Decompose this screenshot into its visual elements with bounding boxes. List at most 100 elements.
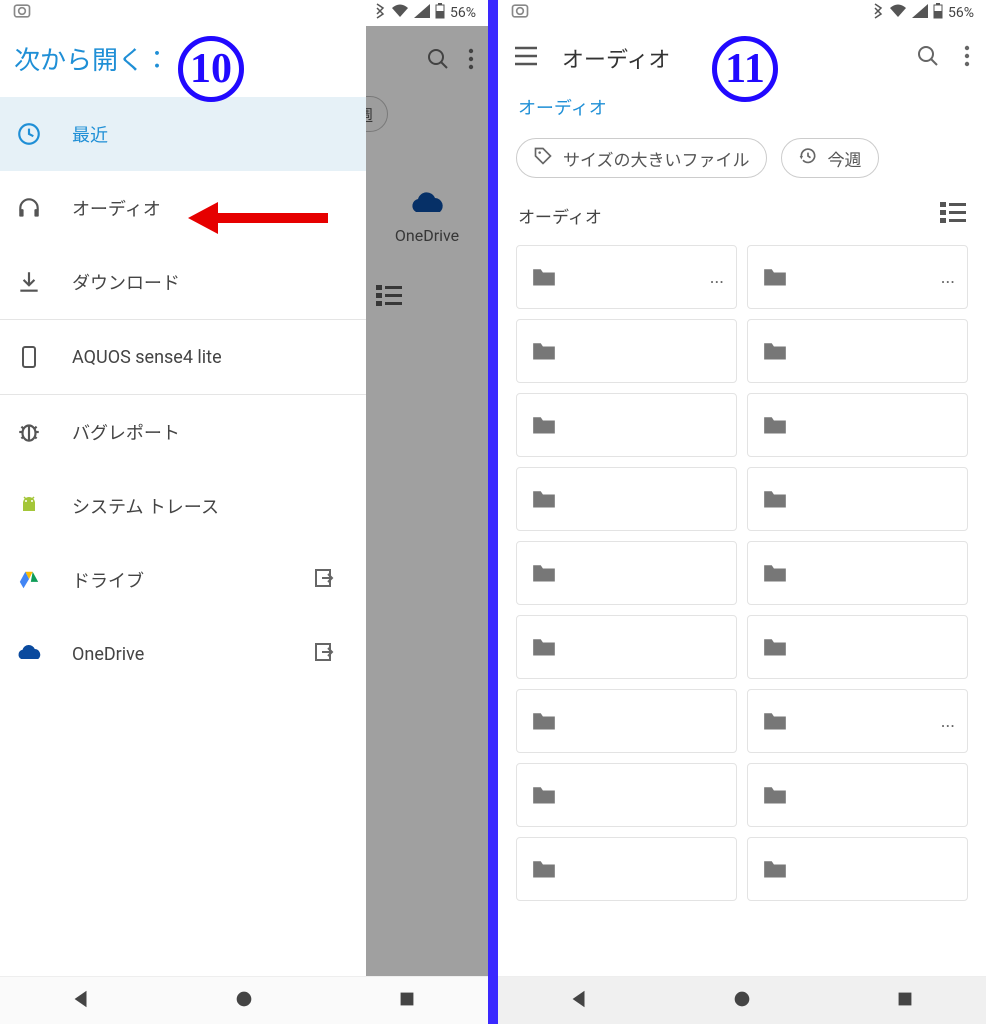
nav-home-button[interactable]	[233, 988, 255, 1014]
folder-cell[interactable]	[747, 763, 968, 827]
android-icon	[14, 491, 44, 521]
more-icon[interactable]: ...	[941, 267, 955, 288]
folder-icon	[531, 340, 557, 362]
folder-cell[interactable]: ...	[747, 245, 968, 309]
signal-icon	[414, 4, 430, 22]
tag-icon	[533, 146, 553, 171]
menu-icon[interactable]	[514, 46, 538, 70]
drawer-item-recent[interactable]: 最近	[0, 97, 366, 171]
drawer-item-systrace[interactable]: システム トレース	[0, 469, 366, 543]
folder-grid: .........	[516, 245, 968, 901]
battery-text: 56%	[450, 5, 476, 21]
nav-home-button[interactable]	[731, 988, 753, 1014]
folder-cell[interactable]: ...	[516, 245, 737, 309]
folder-icon	[762, 636, 788, 658]
folder-icon	[531, 858, 557, 880]
folder-icon	[762, 340, 788, 362]
drawer-item-label: オーディオ	[72, 195, 161, 221]
folder-icon	[762, 858, 788, 880]
folder-icon	[531, 488, 557, 510]
list-view-icon[interactable]	[940, 202, 966, 229]
drawer-item-label: バグレポート	[72, 419, 180, 445]
export-icon[interactable]	[312, 640, 336, 669]
nav-recent-button[interactable]	[894, 988, 916, 1014]
filter-chips: サイズの大きいファイル 今週	[498, 134, 986, 196]
phone-left: 56% 今週 OneDrive 次か	[0, 0, 488, 1024]
wifi-icon	[889, 4, 907, 22]
folder-cell[interactable]	[747, 467, 968, 531]
drive-icon	[14, 565, 44, 595]
drawer-item-label: AQUOS sense4 lite	[72, 347, 222, 368]
folder-icon	[762, 488, 788, 510]
folder-cell[interactable]	[516, 689, 737, 753]
nav-recent-button[interactable]	[396, 988, 418, 1014]
screenshot-divider	[488, 0, 498, 1024]
battery-icon	[933, 3, 943, 23]
more-icon[interactable]: ...	[710, 267, 724, 288]
bug-icon	[14, 417, 44, 447]
folder-cell[interactable]	[516, 467, 737, 531]
folder-cell[interactable]: ...	[747, 689, 968, 753]
camera-notch-icon	[510, 1, 530, 25]
folder-cell[interactable]	[747, 393, 968, 457]
wifi-icon	[391, 4, 409, 22]
nav-drawer: 次から開く： 最近 オーディオ ダウンロード AQUOS s	[0, 26, 366, 976]
more-icon[interactable]	[964, 45, 970, 71]
onedrive-icon	[14, 639, 44, 669]
annotation-arrow	[188, 200, 328, 236]
folder-cell[interactable]	[747, 541, 968, 605]
folder-cell[interactable]	[516, 615, 737, 679]
section-title: オーディオ	[518, 203, 602, 228]
folder-icon	[762, 710, 788, 732]
folder-cell[interactable]	[516, 393, 737, 457]
bluetooth-icon	[872, 3, 884, 23]
search-icon[interactable]	[916, 44, 940, 72]
folder-cell[interactable]	[516, 763, 737, 827]
drawer-item-label: ドライブ	[72, 567, 144, 593]
nav-back-button[interactable]	[70, 988, 92, 1014]
more-icon[interactable]: ...	[941, 711, 955, 732]
export-icon[interactable]	[312, 566, 336, 595]
background-app-sliver: 今週 OneDrive	[366, 26, 488, 976]
folder-icon	[531, 266, 557, 288]
drawer-item-onedrive[interactable]: OneDrive	[0, 617, 366, 691]
folder-cell[interactable]	[747, 319, 968, 383]
folder-cell[interactable]	[516, 319, 737, 383]
system-nav-bar	[0, 976, 488, 1024]
step-badge-11: 11	[712, 36, 778, 102]
phone-right: 56% オーディオ オーディオ サイズの大きいファイル 今週 オーディオ	[498, 0, 986, 1024]
chip-label: サイズの大きいファイル	[563, 146, 750, 171]
battery-text: 56%	[948, 5, 974, 21]
chip-large-files[interactable]: サイズの大きいファイル	[516, 138, 767, 178]
drawer-item-label: ダウンロード	[72, 269, 180, 295]
folder-icon	[531, 784, 557, 806]
phone-icon	[14, 342, 44, 372]
folder-icon	[762, 266, 788, 288]
chip-this-week[interactable]: 今週	[781, 138, 879, 178]
bluetooth-icon	[374, 3, 386, 23]
drawer-item-bugreport[interactable]: バグレポート	[0, 395, 366, 469]
folder-icon	[531, 636, 557, 658]
drawer-item-label: OneDrive	[72, 644, 144, 665]
headphones-icon	[14, 193, 44, 223]
drawer-item-label: システム トレース	[72, 493, 219, 519]
folder-icon	[762, 414, 788, 436]
drawer-item-drive[interactable]: ドライブ	[0, 543, 366, 617]
folder-cell[interactable]	[747, 615, 968, 679]
drawer-item-device[interactable]: AQUOS sense4 lite	[0, 320, 366, 394]
nav-back-button[interactable]	[568, 988, 590, 1014]
folder-icon	[762, 562, 788, 584]
clock-icon	[14, 119, 44, 149]
folder-cell[interactable]	[516, 837, 737, 901]
step-badge-10: 10	[178, 36, 244, 102]
download-icon	[14, 267, 44, 297]
status-bar: 56%	[498, 0, 986, 26]
system-nav-bar	[498, 976, 986, 1024]
folder-cell[interactable]	[516, 541, 737, 605]
folder-cell[interactable]	[747, 837, 968, 901]
chip-label: 今週	[828, 146, 862, 171]
folder-icon	[531, 562, 557, 584]
camera-notch-icon	[12, 1, 32, 25]
drawer-item-download[interactable]: ダウンロード	[0, 245, 366, 319]
drawer-item-label: 最近	[72, 121, 108, 147]
